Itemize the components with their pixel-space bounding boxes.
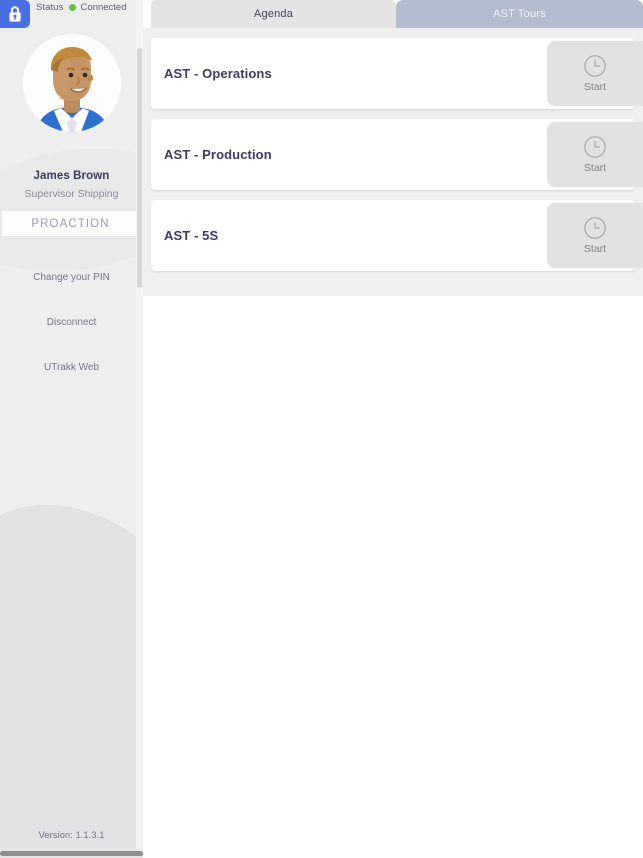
status-value: Connected xyxy=(80,2,127,13)
lock-icon[interactable] xyxy=(0,0,30,28)
start-label: Start xyxy=(583,81,607,93)
sidebar-vertical-scrollbar[interactable] xyxy=(136,0,143,849)
sidebar-vertical-scrollbar-thumb[interactable] xyxy=(137,48,142,288)
list-item[interactable]: AST - Production Start xyxy=(151,119,643,190)
clock-icon xyxy=(584,55,606,77)
connection-status-bar: Status Connected xyxy=(0,0,143,28)
user-avatar-illustration xyxy=(22,34,121,132)
avatar[interactable] xyxy=(22,34,121,132)
tour-list: AST - Operations Start AST - Production xyxy=(143,28,643,296)
clock-icon xyxy=(584,217,606,239)
start-label: Start xyxy=(583,243,607,255)
tab-ast-tours[interactable]: AST Tours xyxy=(396,0,643,28)
sidebar: Status Connected James Brown Supervisor … xyxy=(0,0,143,858)
tour-title: AST - 5S xyxy=(164,228,219,243)
brand-name: PROACTION xyxy=(31,217,110,230)
brand-band: PROACTION xyxy=(2,211,139,236)
sidebar-horizontal-scrollbar-thumb[interactable] xyxy=(0,851,143,856)
start-button[interactable]: Start xyxy=(547,122,643,187)
user-name: James Brown xyxy=(33,170,110,182)
empty-area xyxy=(143,296,643,858)
clock-icon xyxy=(584,136,606,158)
status-indicator-dot xyxy=(68,4,76,11)
start-label: Start xyxy=(583,162,607,174)
tab-label: AST Tours xyxy=(493,8,546,20)
main-content: Agenda AST Tours AST - Operations Start xyxy=(143,0,643,858)
status-label: Status xyxy=(36,2,64,13)
version-label: Version: 1.1.3.1 xyxy=(38,830,105,841)
tab-label: Agenda xyxy=(253,8,294,20)
sidebar-item-change-pin[interactable]: Change your PIN xyxy=(0,255,143,300)
sidebar-item-label: Change your PIN xyxy=(33,272,110,283)
start-button[interactable]: Start xyxy=(547,41,643,106)
tour-title: AST - Production xyxy=(164,147,272,162)
tour-title: AST - Operations xyxy=(164,66,272,81)
sidebar-item-label: UTrakk Web xyxy=(43,362,99,373)
user-role: Supervisor Shipping xyxy=(24,188,119,200)
sidebar-horizontal-scrollbar[interactable] xyxy=(0,849,143,858)
app-window: Status Connected James Brown Supervisor … xyxy=(0,0,643,858)
list-item[interactable]: AST - 5S Start xyxy=(151,200,643,271)
sidebar-item-label: Disconnect xyxy=(46,317,97,328)
sidebar-item-disconnect[interactable]: Disconnect xyxy=(0,300,143,345)
list-item[interactable]: AST - Operations Start xyxy=(151,38,643,109)
start-button[interactable]: Start xyxy=(547,203,643,268)
tab-bar: Agenda AST Tours xyxy=(143,0,643,28)
sidebar-item-utrakk-web[interactable]: UTrakk Web xyxy=(0,345,143,390)
tab-agenda[interactable]: Agenda xyxy=(151,0,396,28)
sidebar-menu: Change your PIN Disconnect UTrakk Web xyxy=(0,255,143,390)
